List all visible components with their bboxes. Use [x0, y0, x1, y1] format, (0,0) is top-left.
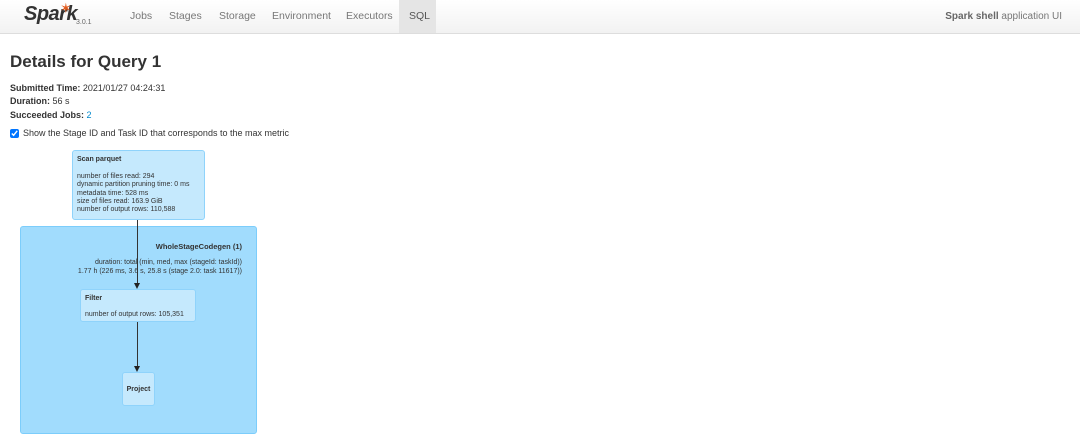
metric-line: duration: total (min, med, max (stageId:…	[94, 259, 242, 266]
metric: number of output rows: 105,351	[85, 311, 184, 318]
node-title: Scan parquet	[77, 156, 122, 163]
edge-filter-project	[137, 322, 139, 366]
page-title: Details for Query 1	[10, 52, 162, 71]
metric: size of files read: 163.9 GiB	[77, 197, 163, 205]
edge-scan-filter	[137, 220, 139, 283]
tab-stages[interactable]: Stages	[159, 0, 212, 33]
app-name: Spark shell application UI	[945, 0, 1062, 33]
node-title: Project	[126, 385, 151, 393]
checkbox[interactable]	[10, 128, 19, 138]
navbar: Spark ✶ 3.0.1 Jobs Stages Storage Enviro…	[0, 0, 1080, 34]
job-link[interactable]: 2	[87, 110, 92, 120]
label: Duration:	[10, 96, 50, 106]
show-stage-task-checkbox[interactable]: Show the Stage ID and Task ID that corre…	[10, 128, 289, 138]
node-title: Filter	[85, 295, 103, 302]
checkbox-label: Show the Stage ID and Task ID that corre…	[23, 128, 289, 138]
cluster-title: WholeStageCodegen (1)	[155, 242, 242, 251]
scan-parquet-node[interactable]: Scan parquet number of files read: 294 d…	[72, 150, 205, 220]
project-node[interactable]: Project	[122, 372, 155, 406]
app-suffix: application UI	[1001, 11, 1062, 22]
succeeded-jobs: Succeeded Jobs: 2	[10, 110, 92, 120]
value: 2021/01/27 04:24:31	[82, 83, 166, 93]
cluster-metrics: duration: total (min, med, max (stageId:…	[78, 259, 242, 276]
app-name-bold: Spark shell	[945, 11, 999, 22]
metric: number of files read: 294	[77, 173, 155, 181]
metric: dynamic partition pruning time: 0 ms	[77, 181, 190, 189]
filter-node[interactable]: Filter number of output rows: 105,351	[80, 289, 196, 322]
version: 3.0.1	[76, 19, 92, 26]
tab-sql[interactable]: SQL	[399, 0, 436, 33]
label: Submitted Time:	[10, 83, 81, 93]
metric: number of output rows: 110,588	[77, 206, 176, 214]
tab-storage[interactable]: Storage	[209, 0, 266, 33]
value: 56 s	[52, 96, 70, 106]
tab-jobs[interactable]: Jobs	[120, 0, 162, 33]
metric-line: 1.77 h (226 ms, 3.6 s, 25.8 s (stage 2.0…	[77, 267, 242, 275]
metric: metadata time: 528 ms	[77, 189, 149, 197]
submitted-time: Submitted Time: 2021/01/27 04:24:31	[10, 83, 165, 93]
label: Succeeded Jobs:	[10, 110, 85, 120]
duration: Duration: 56 s	[10, 96, 70, 106]
tab-executors[interactable]: Executors	[336, 0, 403, 33]
star-icon: ✶	[60, 0, 72, 16]
tab-environment[interactable]: Environment	[262, 0, 341, 33]
